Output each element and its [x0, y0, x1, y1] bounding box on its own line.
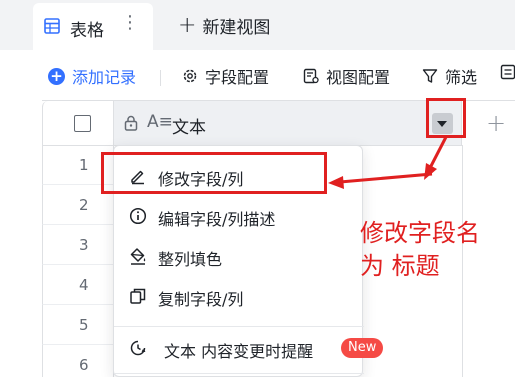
row-number: 5: [79, 316, 89, 334]
text-type-icon: A≡: [147, 112, 173, 132]
select-all-checkbox[interactable]: [74, 115, 91, 132]
menu-item-change-reminder[interactable]: 文本 内容变更时提醒 New: [114, 328, 384, 368]
info-icon: [129, 207, 147, 225]
filter-icon: [422, 69, 438, 83]
copy-icon: [130, 288, 146, 304]
table-row[interactable]: 5: [42, 305, 114, 345]
menu-divider: [114, 326, 364, 327]
select-all-cell: [42, 101, 114, 146]
gear-icon: [183, 69, 197, 83]
more-toolbar-button[interactable]: [500, 64, 515, 80]
menu-divider: [114, 373, 364, 374]
filter-label: 筛选: [445, 68, 478, 87]
menu-item-label: 编辑字段/列描述: [158, 210, 276, 229]
toolbar-divider: [160, 70, 161, 86]
add-column-button[interactable]: +: [486, 109, 506, 137]
field-config-button[interactable]: 字段配置: [182, 64, 269, 88]
view-config-label: 视图配置: [326, 68, 391, 87]
add-record-button[interactable]: + 添加记录: [48, 64, 136, 88]
menu-item-edit-description[interactable]: 编辑字段/列描述: [114, 196, 364, 236]
paint-bucket-icon: [130, 248, 146, 265]
grid-settings-icon: [500, 64, 515, 80]
menu-item-label: 文本 内容变更时提醒: [164, 342, 314, 361]
table-row[interactable]: 3: [42, 225, 114, 265]
annotation-text: 修改字段名 为 标题: [360, 219, 480, 280]
clock-bell-icon: [130, 340, 146, 356]
highlight-box-edit-field: [101, 152, 327, 194]
more-vertical-icon[interactable]: ⋮: [121, 14, 139, 32]
menu-item-fill-color[interactable]: 整列填色: [114, 236, 364, 276]
field-config-label: 字段配置: [205, 68, 270, 87]
highlight-box-dropdown: [426, 98, 466, 138]
new-badge: New: [341, 338, 384, 358]
menu-item-label: 复制字段/列: [158, 290, 244, 309]
table-row[interactable]: 4: [42, 265, 114, 305]
tab-label: 表格: [70, 21, 104, 41]
table-row[interactable]: 6: [42, 345, 114, 377]
add-record-label: 添加记录: [72, 68, 137, 87]
row-number: 1: [79, 156, 89, 174]
new-view-button[interactable]: + 新建视图: [178, 13, 270, 38]
view-config-button[interactable]: 视图配置: [303, 64, 390, 88]
row-number: 6: [79, 356, 89, 374]
plus-icon: +: [178, 12, 197, 38]
lock-icon: [124, 115, 138, 131]
tab-grid-view[interactable]: 表格 ⋮: [33, 3, 153, 50]
menu-item-duplicate-field[interactable]: 复制字段/列: [114, 276, 364, 316]
filter-button[interactable]: 筛选: [422, 64, 477, 88]
field-header-text[interactable]: A≡ 文本: [114, 101, 462, 146]
plus-circle-icon: +: [48, 67, 65, 85]
table-icon: [44, 18, 60, 34]
row-number: 2: [79, 196, 89, 214]
field-name: 文本: [172, 118, 206, 138]
row-number: 4: [79, 276, 89, 294]
menu-item-label: 整列填色: [158, 250, 223, 269]
view-settings-icon: [303, 68, 319, 84]
toolbar: + 添加记录 字段配置 视图配置 筛选: [0, 60, 515, 92]
view-tab-bar: 表格 ⋮ + 新建视图: [0, 0, 515, 50]
new-view-label: 新建视图: [202, 18, 271, 38]
row-number: 3: [79, 236, 89, 254]
